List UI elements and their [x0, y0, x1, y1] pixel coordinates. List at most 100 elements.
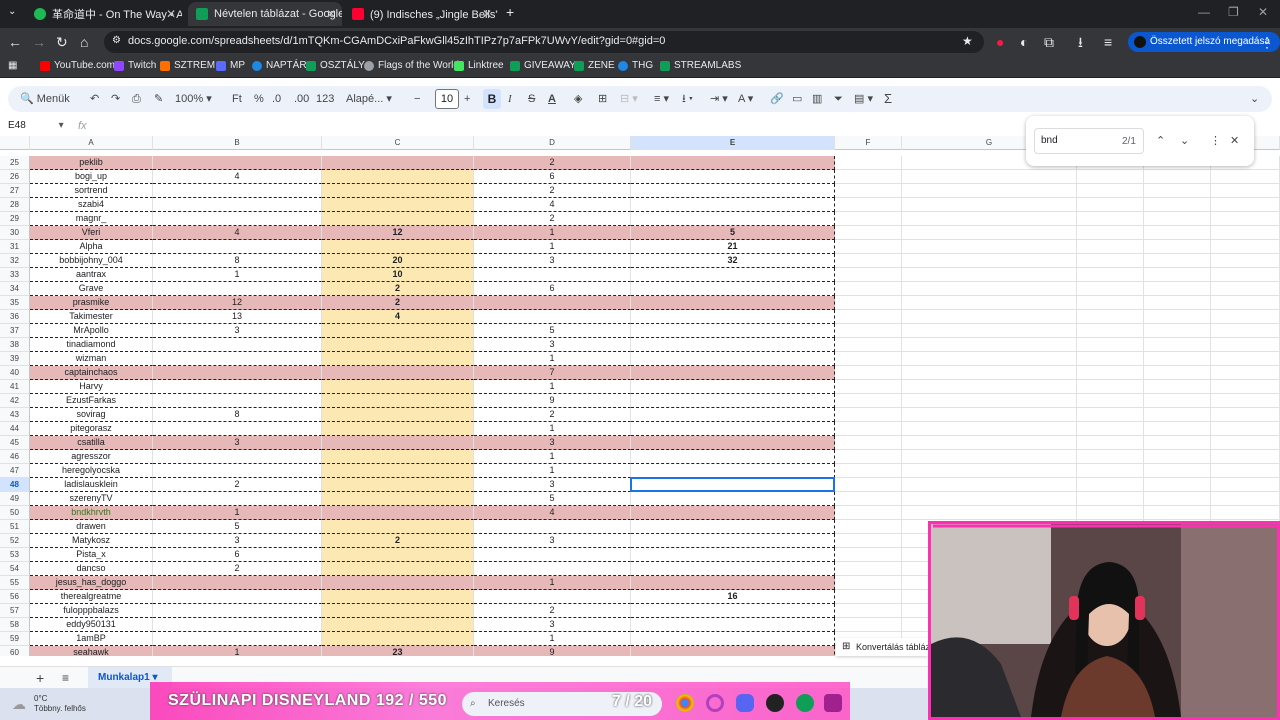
table-cell[interactable] — [1144, 464, 1211, 478]
table-cell[interactable]: 1 — [474, 240, 631, 254]
table-cell[interactable] — [902, 450, 1077, 464]
column-header[interactable]: D — [474, 136, 631, 150]
row-number[interactable]: 59 — [0, 632, 30, 646]
filter-icon[interactable]: ⏷ — [834, 91, 843, 107]
table-cell[interactable] — [631, 380, 835, 394]
table-cell[interactable] — [153, 632, 322, 646]
table-cell[interactable] — [1144, 184, 1211, 198]
table-cell[interactable] — [1144, 324, 1211, 338]
table-cell[interactable] — [835, 156, 902, 170]
table-cell[interactable] — [1211, 366, 1280, 380]
table-cell[interactable]: 21 — [631, 240, 835, 254]
table-cell[interactable] — [835, 520, 902, 534]
obs-icon[interactable] — [766, 694, 784, 712]
table-cell[interactable] — [835, 366, 902, 380]
table-cell[interactable]: 9 — [474, 646, 631, 656]
bookmark-thg[interactable]: THG — [618, 60, 653, 71]
table-cell[interactable] — [1144, 226, 1211, 240]
table-cell[interactable] — [631, 338, 835, 352]
table-cell[interactable] — [1077, 212, 1144, 226]
table-cell[interactable]: heregolyocska — [30, 464, 153, 478]
table-cell[interactable]: 5 — [153, 520, 322, 534]
new-tab-button[interactable]: + — [506, 5, 514, 19]
table-cell[interactable] — [631, 492, 835, 506]
row-number[interactable]: 32 — [0, 254, 30, 268]
table-cell[interactable] — [631, 408, 835, 422]
table-cell[interactable]: 6 — [153, 548, 322, 562]
row-number[interactable]: 41 — [0, 380, 30, 394]
table-cell[interactable] — [835, 562, 902, 576]
table-cell[interactable] — [631, 604, 835, 618]
table-cell[interactable] — [631, 464, 835, 478]
table-cell[interactable] — [902, 352, 1077, 366]
table-cell[interactable] — [631, 450, 835, 464]
table-cell[interactable] — [322, 394, 474, 408]
table-cell[interactable] — [474, 296, 631, 310]
table-cell[interactable] — [631, 436, 835, 450]
table-cell[interactable]: 9 — [474, 394, 631, 408]
table-cell[interactable]: 5 — [474, 324, 631, 338]
forward-icon[interactable]: → — [32, 34, 46, 50]
table-cell[interactable] — [1211, 184, 1280, 198]
table-cell[interactable] — [835, 408, 902, 422]
table-cell[interactable] — [1211, 338, 1280, 352]
table-cell[interactable] — [902, 226, 1077, 240]
table-cell[interactable] — [1144, 240, 1211, 254]
font-size-increase[interactable]: + — [464, 91, 470, 107]
table-cell[interactable] — [631, 506, 835, 520]
table-cell[interactable]: 5 — [474, 492, 631, 506]
table-cell[interactable]: 8 — [153, 254, 322, 268]
table-cell[interactable] — [835, 170, 902, 184]
table-cell[interactable] — [1211, 492, 1280, 506]
text-rotation-icon[interactable]: A ▾ — [738, 91, 753, 107]
table-cell[interactable] — [631, 422, 835, 436]
table-cell[interactable] — [1211, 170, 1280, 184]
table-cell[interactable] — [631, 520, 835, 534]
table-cell[interactable]: 2 — [474, 156, 631, 170]
table-cell[interactable] — [631, 296, 835, 310]
table-cell[interactable] — [902, 324, 1077, 338]
table-cell[interactable]: magnr_ — [30, 212, 153, 226]
table-cell[interactable] — [835, 352, 902, 366]
insert-comment-icon[interactable]: ▭ — [792, 91, 802, 107]
table-cell[interactable] — [474, 590, 631, 604]
table-cell[interactable] — [902, 464, 1077, 478]
table-cell[interactable]: 3 — [153, 324, 322, 338]
functions-button[interactable]: Σ — [884, 91, 892, 107]
table-cell[interactable] — [322, 156, 474, 170]
table-cell[interactable] — [835, 478, 902, 492]
table-cell[interactable] — [1211, 282, 1280, 296]
table-cell[interactable]: sortrend — [30, 184, 153, 198]
table-cell[interactable] — [835, 492, 902, 506]
paint-format-icon[interactable]: ✎ — [154, 91, 163, 107]
table-cell[interactable] — [902, 436, 1077, 450]
table-cell[interactable]: 1 — [474, 352, 631, 366]
table-cell[interactable]: 7 — [474, 366, 631, 380]
streamlabs-icon[interactable] — [824, 694, 842, 712]
table-cell[interactable] — [1077, 170, 1144, 184]
table-cell[interactable] — [631, 184, 835, 198]
table-cell[interactable]: 3 — [474, 254, 631, 268]
table-cell[interactable] — [631, 352, 835, 366]
table-cell[interactable]: 3 — [153, 534, 322, 548]
table-cell[interactable] — [631, 562, 835, 576]
table-cell[interactable] — [322, 478, 474, 492]
table-cell[interactable]: 2 — [474, 212, 631, 226]
table-cell[interactable]: 1 — [474, 450, 631, 464]
table-cell[interactable] — [835, 464, 902, 478]
table-cell[interactable] — [322, 408, 474, 422]
table-cell[interactable] — [153, 352, 322, 366]
password-suggest-button[interactable]: Összetett jelszó megadása — [1128, 32, 1280, 52]
table-cell[interactable] — [1211, 394, 1280, 408]
table-cell[interactable]: fulopppbalazs — [30, 604, 153, 618]
table-cell[interactable]: aantrax — [30, 268, 153, 282]
table-cell[interactable] — [1144, 492, 1211, 506]
table-cell[interactable]: 3 — [474, 534, 631, 548]
table-cell[interactable] — [1077, 478, 1144, 492]
table-cell[interactable]: peklib — [30, 156, 153, 170]
table-cell[interactable]: Harvy — [30, 380, 153, 394]
table-cell[interactable] — [153, 212, 322, 226]
table-cell[interactable] — [1144, 394, 1211, 408]
row-number[interactable]: 55 — [0, 576, 30, 590]
table-cell[interactable] — [153, 450, 322, 464]
